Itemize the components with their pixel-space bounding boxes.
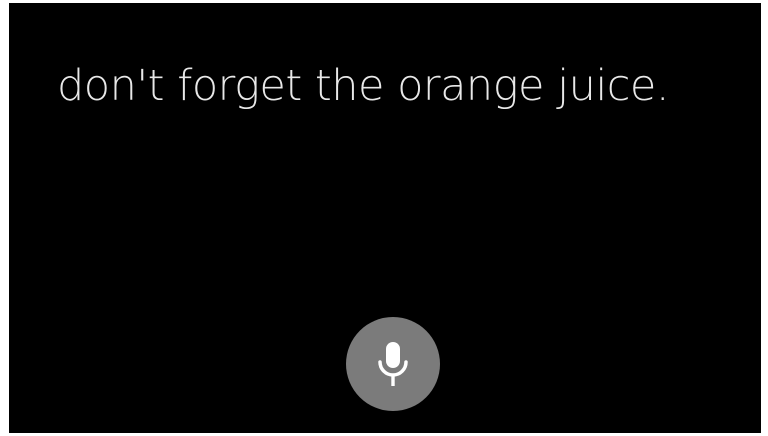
microphone-icon [374,340,412,388]
microphone-button[interactable] [346,317,440,411]
voice-input-screen: don't forget the orange juice. [9,3,761,433]
voice-transcript-text: don't forget the orange juice. [57,61,670,111]
